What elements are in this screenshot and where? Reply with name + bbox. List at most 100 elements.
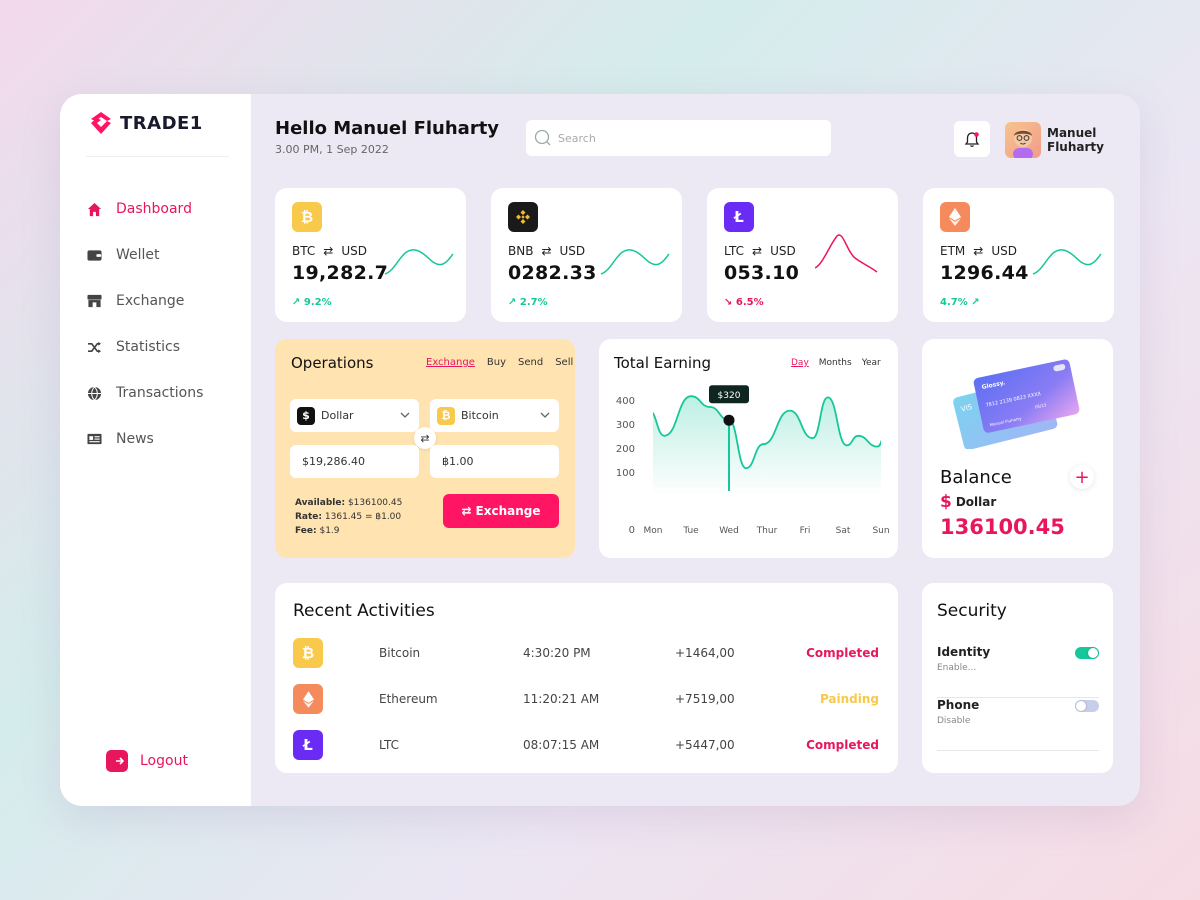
to-currency-label: Bitcoin <box>461 409 499 422</box>
sidebar-item-label: Transactions <box>116 385 204 401</box>
coin-quote: USD <box>341 244 367 258</box>
trend-down-icon: ↘ <box>724 297 733 308</box>
coin-symbol: BNB <box>508 244 534 258</box>
chevron-down-icon <box>540 412 550 418</box>
phone-toggle[interactable] <box>1075 700 1099 712</box>
store-icon <box>86 293 102 309</box>
litecoin-icon: Ł <box>724 202 754 232</box>
list-item[interactable]: Ł LTC 08:07:15 AM +5447,00 Completed <box>293 730 883 760</box>
sidebar-item-label: Statistics <box>116 339 180 355</box>
search-input[interactable] <box>558 131 818 145</box>
tab-sell[interactable]: Sell <box>555 357 573 368</box>
coin-quote: USD <box>991 244 1017 258</box>
x-tick-label: Sun <box>872 526 889 536</box>
activity-time: 4:30:20 PM <box>523 646 591 660</box>
y-tick-label: 300 <box>616 420 635 431</box>
coin-pair: BTC ⇄ USD <box>292 244 367 258</box>
sidebar-item-label: Wellet <box>116 247 160 263</box>
sidebar-item-label: News <box>116 431 154 447</box>
balance-currency: $ Dollar <box>940 492 996 512</box>
sidebar: TRADE1 Dashboard Wellet Exchange Statist… <box>60 94 251 806</box>
status-badge: Completed <box>806 646 879 660</box>
sparkline <box>384 249 454 275</box>
coin-price: 19,282.7 <box>292 262 389 284</box>
trade-logo-icon <box>91 112 111 134</box>
greeting: Hello Manuel Fluharty 3.00 PM, 1 Sep 202… <box>275 118 499 156</box>
sidebar-nav: Dashboard Wellet Exchange Statistics Tra… <box>86 186 203 462</box>
ethereum-icon <box>940 202 970 232</box>
logout-button[interactable]: Logout <box>106 750 188 772</box>
from-currency-select[interactable]: $ Dollar <box>290 399 419 432</box>
bitcoin-icon: ₿ <box>293 638 323 668</box>
operations-title: Operations <box>291 354 374 372</box>
coin-quote: USD <box>559 244 586 258</box>
sidebar-item-wallet[interactable]: Wellet <box>86 232 203 278</box>
ethereum-icon <box>293 684 323 714</box>
trend-up-icon: ↗ <box>971 297 980 308</box>
identity-toggle[interactable] <box>1075 647 1099 659</box>
swap-icon: ⇄ <box>973 244 984 258</box>
add-balance-button[interactable]: + <box>1070 465 1094 489</box>
security-label: Phone <box>937 698 980 712</box>
activity-amount: +5447,00 <box>675 738 735 752</box>
dollar-icon: $ <box>940 492 952 512</box>
from-amount-field[interactable]: $19,286.40 <box>290 445 419 478</box>
toggle-knob <box>1088 648 1098 658</box>
tab-send[interactable]: Send <box>518 357 543 368</box>
status-badge: Completed <box>806 738 879 752</box>
operations-panel: Operations Exchange Buy Send Sell $ Doll… <box>275 339 575 558</box>
earning-chart: 0 100 200 300 400 Mon Tue Wed Thur Fri Sat Sun $320 <box>616 385 890 536</box>
y-tick-label: 200 <box>616 444 635 455</box>
x-tick-label: Sat <box>836 526 851 536</box>
bitcoin-icon: ₿ <box>292 202 322 232</box>
divider <box>86 156 229 157</box>
tooltip-label: $320 <box>718 391 741 401</box>
to-amount-field[interactable]: ฿1.00 <box>430 445 559 478</box>
coin-price: 1296.44 <box>940 262 1029 284</box>
sidebar-item-statistics[interactable]: Statistics <box>86 324 203 370</box>
sidebar-item-transactions[interactable]: Transactions <box>86 370 203 416</box>
operations-tabs: Exchange Buy Send Sell <box>426 357 573 368</box>
tab-buy[interactable]: Buy <box>487 357 506 368</box>
coin-change: ↘ 6.5% <box>724 297 764 308</box>
x-tick-label: Mon <box>644 526 663 536</box>
shuffle-icon <box>86 339 102 355</box>
home-icon <box>86 201 102 217</box>
to-currency-select[interactable]: ₿ Bitcoin <box>430 399 559 432</box>
activity-time: 08:07:15 AM <box>523 738 600 752</box>
balance-panel: VIS Glossy. 7812 2139 0823 XXXX 05/23 Ma… <box>922 339 1113 558</box>
coin-card-bnb[interactable]: BNB ⇄ USD 0282.33 ↗ 2.7% <box>491 188 682 322</box>
sparkline <box>815 234 878 273</box>
recent-activities-panel: Recent Activities ₿ Bitcoin 4:30:20 PM +… <box>275 583 898 773</box>
tab-exchange[interactable]: Exchange <box>426 357 475 368</box>
security-panel: Security Identity Enable... Phone Disabl… <box>922 583 1113 773</box>
recent-title: Recent Activities <box>293 601 435 621</box>
sidebar-item-news[interactable]: News <box>86 416 203 462</box>
list-item[interactable]: ₿ Bitcoin 4:30:20 PM +1464,00 Completed <box>293 638 883 668</box>
list-item[interactable]: Ethereum 11:20:21 AM +7519,00 Painding <box>293 684 883 714</box>
exchange-button[interactable]: ⇄ Exchange <box>443 494 559 528</box>
activity-name: LTC <box>379 738 400 752</box>
coin-card-btc[interactable]: ₿ BTC ⇄ USD 19,282.7 ↗ 9.2% <box>275 188 466 322</box>
coin-card-etm[interactable]: ETM ⇄ USD 1296.44 4.7% ↗ <box>923 188 1114 322</box>
search-bar <box>526 120 831 156</box>
sidebar-item-label: Exchange <box>116 293 185 309</box>
activity-amount: +1464,00 <box>675 646 735 660</box>
x-tick-label: Wed <box>719 526 739 536</box>
sidebar-item-dashboard[interactable]: Dashboard <box>86 186 203 232</box>
avatar[interactable] <box>1005 122 1041 158</box>
coin-pair: BNB ⇄ USD <box>508 244 585 258</box>
sidebar-item-exchange[interactable]: Exchange <box>86 278 203 324</box>
brand[interactable]: TRADE1 <box>88 110 203 136</box>
logout-icon <box>106 750 128 772</box>
coin-change: ↗ 9.2% <box>292 297 332 308</box>
search-icon <box>534 129 551 146</box>
notifications-button[interactable] <box>954 121 990 157</box>
x-tick-label: Thur <box>756 526 778 536</box>
coin-card-ltc[interactable]: Ł LTC ⇄ USD 053.10 ↘ 6.5% <box>707 188 898 322</box>
status-badge: Painding <box>819 692 879 706</box>
activity-amount: +7519,00 <box>675 692 735 706</box>
logout-label: Logout <box>140 753 188 769</box>
activity-time: 11:20:21 AM <box>523 692 600 706</box>
security-sub: Disable <box>937 716 971 726</box>
